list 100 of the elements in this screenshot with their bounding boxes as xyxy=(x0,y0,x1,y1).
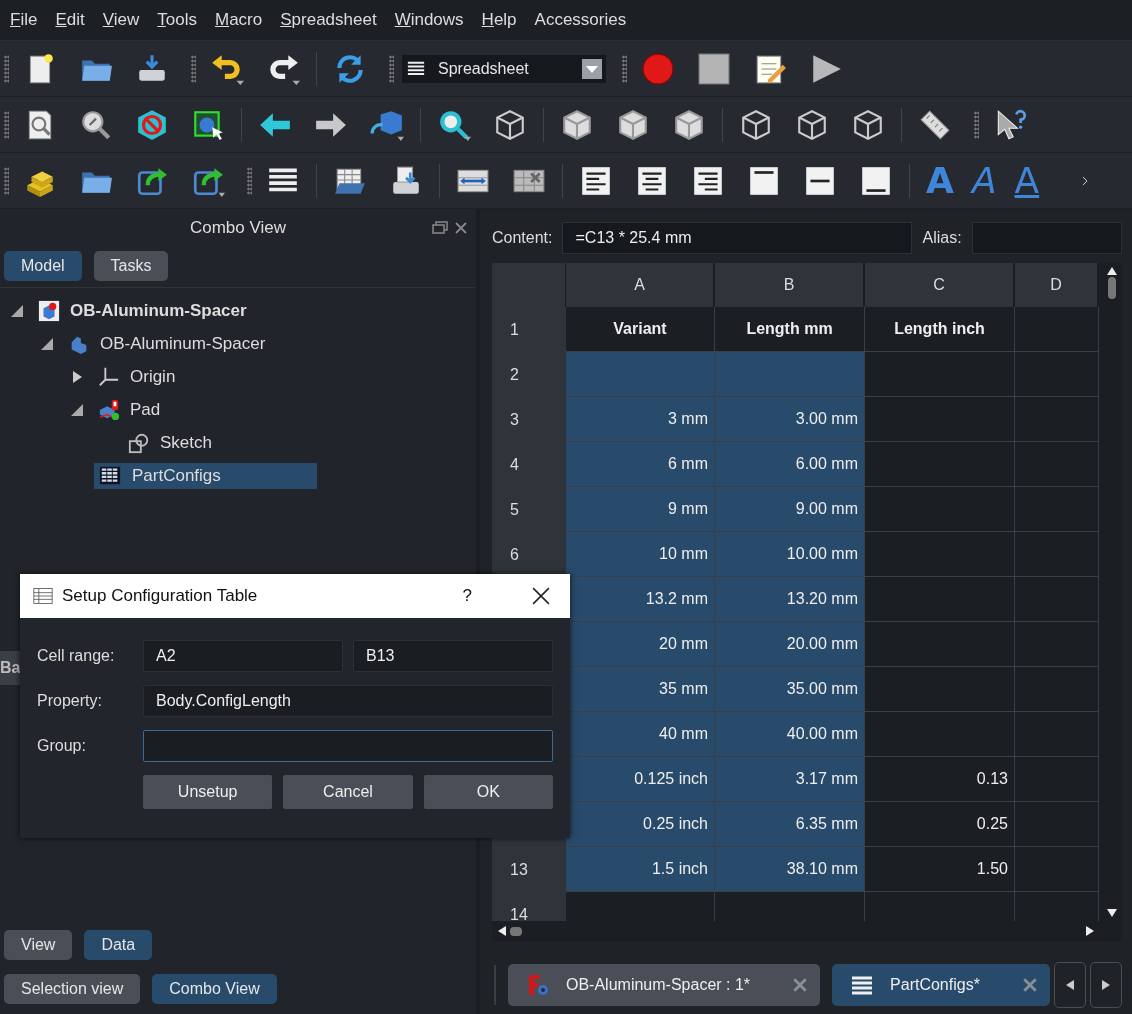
menu-item[interactable]: Windows xyxy=(394,10,464,30)
tree-item[interactable]: OB-Aluminum-Spacer xyxy=(34,297,251,324)
menu-item[interactable]: File xyxy=(10,10,38,30)
scroll-left-icon[interactable] xyxy=(498,926,506,936)
table-cell: 10 mm xyxy=(566,532,715,577)
row-header[interactable]: 1 xyxy=(492,307,566,352)
spreadsheet-icon xyxy=(98,464,122,487)
scrollbar-thumb[interactable] xyxy=(1108,277,1116,299)
column-header[interactable]: B xyxy=(715,263,865,307)
tab-scroll-right-button[interactable] xyxy=(1089,962,1122,1008)
workbench-dropdown[interactable]: Spreadsheet xyxy=(402,54,606,83)
row-header[interactable]: 2 xyxy=(492,352,566,397)
range-start-field[interactable]: A2 xyxy=(143,640,343,672)
row-header[interactable]: 13 xyxy=(492,847,566,892)
row-header[interactable]: 4 xyxy=(492,442,566,487)
dialog-title: Setup Configuration Table xyxy=(62,586,259,606)
tree-item[interactable]: Pad xyxy=(94,396,165,423)
scroll-right-icon[interactable] xyxy=(1086,926,1094,936)
table-cell: 3 mm xyxy=(566,397,715,442)
help-button[interactable]: ? xyxy=(462,586,472,606)
table-cell: 0.13 xyxy=(865,757,1015,802)
expanded-arrow-icon[interactable] xyxy=(40,336,54,351)
wire-cube-icon[interactable] xyxy=(795,107,829,142)
ruler-icon[interactable] xyxy=(918,107,952,142)
cube-icon[interactable] xyxy=(560,107,594,142)
table-cell: 6.35 mm xyxy=(715,802,865,847)
menu-item[interactable]: Help xyxy=(481,10,517,30)
property-tab[interactable]: View xyxy=(4,930,73,960)
table-cell: 1.5 inch xyxy=(566,847,715,892)
content-field[interactable]: =C13 * 25.4 mm xyxy=(562,222,913,254)
row-header[interactable]: 14 xyxy=(492,892,566,921)
property-field[interactable]: Body.ConfigLength xyxy=(143,685,553,717)
table-cell: 35.00 mm xyxy=(715,667,865,712)
column-header[interactable]: D xyxy=(1015,263,1099,307)
dialog-button[interactable]: Unsetup xyxy=(143,775,273,809)
menu-item[interactable]: Spreadsheet xyxy=(280,10,377,30)
property-tab[interactable]: Data xyxy=(84,930,153,960)
range-end-field[interactable]: B13 xyxy=(353,640,553,672)
table-cell: 13.20 mm xyxy=(715,577,865,622)
panel-tab[interactable]: Tasks xyxy=(93,251,169,281)
wire-cube-icon[interactable] xyxy=(493,107,527,142)
table-cell: 20.00 mm xyxy=(715,622,865,667)
collapsed-arrow-icon[interactable] xyxy=(70,369,84,384)
cube-icon[interactable] xyxy=(616,107,650,142)
axes-icon xyxy=(98,365,120,388)
record-icon[interactable] xyxy=(641,51,675,86)
field-label: Cell range: xyxy=(37,647,116,665)
view-tab[interactable]: Selection view xyxy=(4,974,141,1004)
field-label: Property: xyxy=(37,692,103,710)
wire-cube-icon[interactable] xyxy=(851,107,885,142)
text-style-button[interactable]: A xyxy=(1014,162,1040,199)
expanded-arrow-icon[interactable] xyxy=(10,303,24,318)
text-style-button[interactable]: A xyxy=(926,162,954,199)
tab-scroll-left-button[interactable] xyxy=(1053,962,1086,1008)
scrollbar-thumb[interactable] xyxy=(510,926,522,936)
table-cell: 0.25 xyxy=(865,802,1015,847)
document-tab[interactable]: OB-Aluminum-Spacer : 1* xyxy=(508,964,821,1006)
panel-title: Combo View xyxy=(189,218,287,238)
tree-item[interactable]: PartConfigs xyxy=(94,462,317,489)
panel-tab[interactable]: Model xyxy=(4,251,82,281)
expanded-arrow-icon[interactable] xyxy=(70,402,84,417)
dialog-button[interactable]: Cancel xyxy=(283,775,413,809)
menu-item[interactable]: View xyxy=(102,10,140,30)
group-field[interactable] xyxy=(143,730,553,762)
table-cell: Length inch xyxy=(865,307,1015,352)
vertical-scrollbar[interactable] xyxy=(1102,263,1122,921)
dialog-button[interactable]: OK xyxy=(423,775,553,809)
tree-item[interactable]: Origin xyxy=(94,363,180,390)
no-entry-icon[interactable] xyxy=(135,107,169,142)
row-header[interactable]: 6 xyxy=(492,532,566,577)
table-cell: 1.50 xyxy=(865,847,1015,892)
undock-icon[interactable] xyxy=(432,221,448,235)
horizontal-scrollbar[interactable] xyxy=(492,921,1122,941)
document-icon xyxy=(38,299,60,322)
menu-item[interactable]: Macro xyxy=(214,10,263,30)
cube-icon[interactable] xyxy=(672,107,706,142)
view-tab[interactable]: Combo View xyxy=(152,974,277,1004)
table-cell: 6 mm xyxy=(566,442,715,487)
sketch-icon xyxy=(128,431,150,454)
tree-item[interactable]: Sketch xyxy=(124,429,216,456)
row-header[interactable]: 3 xyxy=(492,397,566,442)
scroll-up-icon[interactable] xyxy=(1107,267,1117,275)
table-cell: 9.00 mm xyxy=(715,487,865,532)
wire-cube-icon[interactable] xyxy=(739,107,773,142)
table-cell: 38.10 mm xyxy=(715,847,865,892)
field-label: Content: xyxy=(492,229,553,247)
scroll-down-icon[interactable] xyxy=(1107,909,1117,917)
document-tab[interactable]: PartConfigs* xyxy=(832,964,1050,1006)
column-header[interactable]: C xyxy=(865,263,1015,307)
menu-item[interactable]: Edit xyxy=(55,10,85,30)
text-style-button[interactable]: A xyxy=(971,162,997,199)
close-icon[interactable] xyxy=(532,587,550,605)
alias-field[interactable] xyxy=(971,222,1122,254)
menu-item[interactable]: Tools xyxy=(157,10,197,30)
tree-item[interactable]: OB-Aluminum-Spacer xyxy=(64,330,270,357)
column-header[interactable]: A xyxy=(566,263,715,307)
table-cell: 0.25 inch xyxy=(566,802,715,847)
row-header[interactable]: 5 xyxy=(492,487,566,532)
menu-item[interactable]: Accessories xyxy=(534,10,627,30)
stop-icon[interactable] xyxy=(697,51,731,86)
